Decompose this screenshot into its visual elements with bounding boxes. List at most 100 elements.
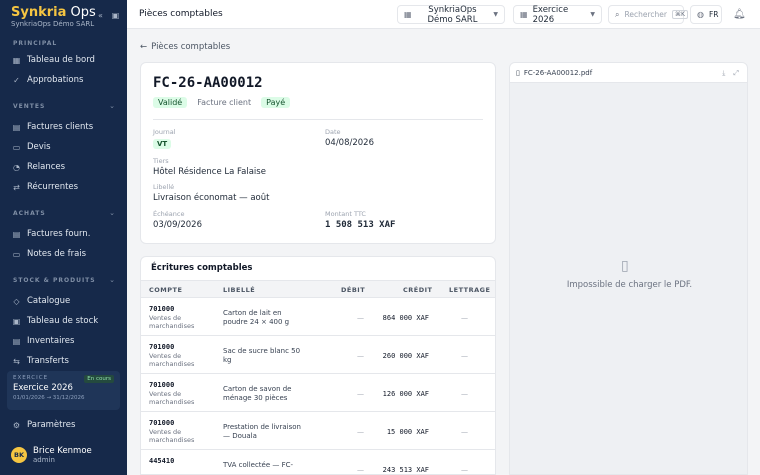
- sidebar-item-catalog[interactable]: ◇ Catalogue: [8, 292, 120, 310]
- entry-label: Sac de sucre blanc 50 kg: [223, 347, 301, 364]
- invoice-number: FC-26-AA00012: [153, 75, 263, 91]
- sidebar-item-approvals[interactable]: ✓ Approbations: [8, 71, 120, 89]
- entries-title: Écritures comptables: [151, 263, 253, 273]
- brand-logo[interactable]: Synkria Ops: [11, 5, 96, 20]
- avatar: BK: [11, 447, 27, 463]
- panel-toggle-icon[interactable]: ▣: [111, 11, 120, 20]
- exercise-card[interactable]: EXERCICE Exercice 2026 01/01/2026 → 31/1…: [7, 371, 120, 410]
- col-lettrage: LETTRAGE: [449, 286, 491, 294]
- sidebar-item-label: Factures clients: [27, 122, 94, 132]
- echeance-value: 03/09/2026: [153, 220, 202, 230]
- entry-label: Prestation de livraison — Douala: [223, 423, 301, 440]
- date-value: 04/08/2026: [325, 138, 374, 148]
- chevron-down-icon[interactable]: ⌄: [109, 276, 115, 284]
- breadcrumb-back-link: Pièces comptables: [151, 42, 231, 52]
- section-ventes[interactable]: VENTES: [13, 103, 45, 110]
- download-icon[interactable]: ⤓: [722, 69, 725, 78]
- account-code: 445410: [149, 457, 175, 465]
- chevron-down-icon: ▼: [493, 11, 498, 18]
- language-selector[interactable]: ◍ FR: [690, 5, 722, 24]
- sidebar-item-expenses[interactable]: ▭ Notes de frais: [8, 245, 120, 263]
- breadcrumb[interactable]: ← Pièces comptables: [140, 42, 230, 52]
- col-debit: DÉBIT: [341, 286, 366, 294]
- user-profile[interactable]: BK Brice Kenmoe admin: [11, 446, 92, 464]
- invoice-card: FC-26-AA00012 Validé Facture client Payé…: [140, 62, 496, 244]
- table-row[interactable]: 701000 Ventes de marchandises Sac de suc…: [141, 337, 495, 374]
- collapse-icon[interactable]: «: [96, 11, 105, 20]
- sidebar-tools: « ▣: [96, 11, 120, 20]
- document-icon: ▯: [621, 258, 629, 274]
- col-compte: COMPTE: [149, 286, 183, 294]
- search-placeholder: Rechercher: [624, 10, 667, 19]
- table-header: COMPTE LIBELLÉ DÉBIT CRÉDIT LETTRAGE: [141, 280, 495, 298]
- user-role: admin: [33, 456, 55, 464]
- libelle-value: Livraison économat — août: [153, 193, 270, 203]
- payment-badge: Payé: [261, 97, 291, 108]
- sidebar-item-quotes[interactable]: ▭ Devis: [8, 138, 120, 156]
- table-row[interactable]: 701000 Ventes de marchandises Carton de …: [141, 375, 495, 412]
- search-input[interactable]: ⌕ Rechercher ⌘K: [608, 5, 688, 24]
- account-code: 701000: [149, 381, 175, 389]
- entry-debit: —: [357, 352, 364, 360]
- sidebar-item-settings[interactable]: ⚙ Paramètres: [8, 416, 120, 434]
- brand-name-b: Ops: [66, 5, 96, 20]
- document-icon: ▭: [12, 142, 21, 152]
- exercise-dates: 01/01/2026 → 31/12/2026: [13, 395, 85, 401]
- sidebar-item-supplier-invoices[interactable]: ▤ Factures fourn.: [8, 225, 120, 243]
- sidebar-item-stock[interactable]: ▣ Tableau de stock: [8, 312, 120, 330]
- table-row[interactable]: 445410 TVA collectée — FC- — 243 513 XAF…: [141, 451, 495, 474]
- libelle-label: Libellé: [153, 183, 175, 191]
- search-icon: ⌕: [615, 9, 620, 19]
- receipt-icon: ▤: [12, 229, 21, 239]
- sidebar-item-reminders[interactable]: ◔ Relances: [8, 158, 120, 176]
- sidebar-item-label: Paramètres: [27, 420, 76, 430]
- bell-icon[interactable]: 🔔︎: [733, 9, 746, 20]
- account-code: 701000: [149, 419, 175, 427]
- search-shortcut: ⌘K: [671, 10, 688, 19]
- tag-icon: ◇: [13, 296, 20, 306]
- entry-debit: —: [357, 466, 364, 474]
- exercise-name: Exercice 2026: [13, 383, 73, 393]
- calendar-icon: ▦: [520, 10, 528, 19]
- entry-credit: 243 513 XAF: [382, 466, 429, 474]
- sidebar-item-label: Tableau de bord: [27, 55, 95, 65]
- sidebar-item-inventories[interactable]: ▤ Inventaires: [8, 332, 120, 350]
- sidebar-item-label: Inventaires: [27, 336, 75, 346]
- divider: [153, 119, 483, 120]
- journal-label: Journal: [153, 128, 176, 136]
- sidebar-item-customer-invoices[interactable]: ▤ Factures clients: [8, 118, 120, 136]
- tiers-value: Hôtel Résidence La Falaise: [153, 167, 266, 177]
- sidebar-item-recurring[interactable]: ⇄ Récurrentes: [8, 178, 120, 196]
- sidebar-item-transfers[interactable]: ⇆ Transferts: [8, 352, 120, 370]
- sidebar-item-label: Tableau de stock: [27, 316, 99, 326]
- user-name: Brice Kenmoe: [33, 446, 92, 456]
- bell-icon: ◔: [13, 162, 20, 172]
- date-label: Date: [325, 128, 341, 136]
- entry-lettrage: —: [461, 390, 468, 398]
- journal-value: VT: [153, 139, 172, 149]
- sidebar-item-label: Devis: [27, 142, 51, 152]
- table-row[interactable]: 701000 Ventes de marchandises Carton de …: [141, 299, 495, 336]
- entry-debit: —: [357, 314, 364, 322]
- brand-name-a: Synkria: [11, 5, 67, 20]
- section-achats[interactable]: ACHATS: [13, 210, 46, 217]
- swap-icon: ⇆: [13, 356, 20, 366]
- section-stock[interactable]: STOCK & PRODUITS: [13, 277, 96, 284]
- sidebar-item-dashboard[interactable]: ▦ Tableau de bord: [8, 51, 120, 69]
- check-circle-icon: ✓: [13, 75, 20, 85]
- amount-value: 1 508 513 XAF: [325, 220, 396, 230]
- account-name: Ventes de marchandises: [149, 428, 195, 444]
- entry-debit: —: [357, 390, 364, 398]
- box-icon: ▣: [12, 316, 21, 326]
- exercise-selector[interactable]: ▦ Exercice 2026 ▼: [513, 5, 602, 25]
- section-principal: PRINCIPAL: [13, 40, 58, 47]
- pdf-error-message: Impossible de charger le PDF.: [566, 280, 693, 290]
- sidebar: Synkria Ops SynkriaOps Démo SARL « ▣ PRI…: [0, 0, 127, 475]
- chevron-down-icon[interactable]: ⌄: [109, 209, 115, 217]
- table-row[interactable]: 701000 Ventes de marchandises Prestation…: [141, 413, 495, 450]
- company-selector[interactable]: ▦ SynkriaOps Démo SARL ▼: [397, 5, 505, 25]
- expand-icon[interactable]: ⤢: [733, 69, 739, 78]
- sidebar-item-label: Transferts: [27, 356, 69, 366]
- wallet-icon: ▭: [12, 249, 21, 259]
- chevron-down-icon[interactable]: ⌄: [109, 102, 115, 110]
